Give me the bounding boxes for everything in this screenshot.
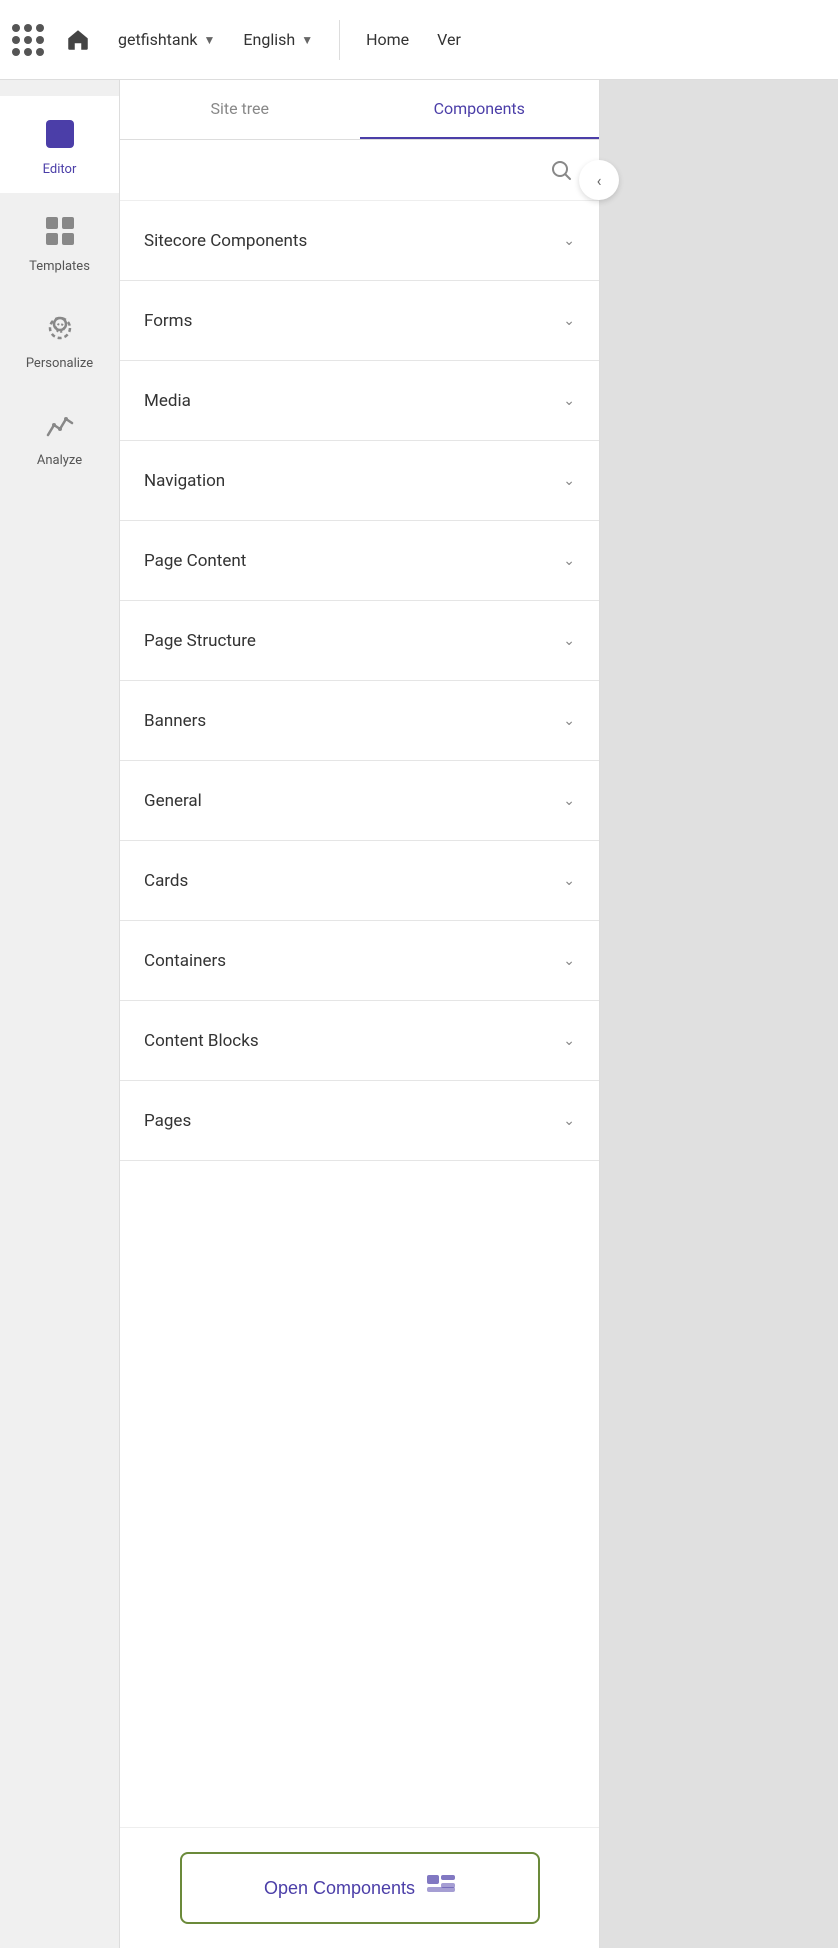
panel-footer: Open Components [120,1827,599,1948]
analyze-icon [38,403,82,447]
panel-search-area [120,140,599,201]
sidebar-editor-label: Editor [43,162,77,177]
component-item-label: Containers [144,951,226,971]
component-item-label: Sitecore Components [144,231,307,251]
component-item-label: Media [144,391,191,411]
tab-site-tree[interactable]: Site tree [120,80,360,139]
sidebar-templates-label: Templates [29,259,90,274]
chevron-down-icon: ⌄ [563,1113,575,1129]
component-item-label: Banners [144,711,206,731]
topbar-divider [339,20,340,60]
component-item-label: Pages [144,1111,191,1131]
lang-dropdown-label: English [243,30,295,49]
chevron-down-icon: ⌄ [563,473,575,489]
list-item[interactable]: Media ⌄ [120,361,599,441]
list-item[interactable]: Banners ⌄ [120,681,599,761]
nav-home[interactable]: Home [356,24,419,55]
list-item[interactable]: Containers ⌄ [120,921,599,1001]
templates-icon [38,209,82,253]
topbar: getfishtank ▼ English ▼ Home Ver [0,0,838,80]
component-item-label: Forms [144,311,192,331]
site-dropdown-label: getfishtank [118,30,198,49]
sidebar-analyze-label: Analyze [37,453,82,468]
chevron-down-icon: ⌄ [563,233,575,249]
main-layout: Editor Templates [0,80,838,1948]
component-item-label: Cards [144,871,188,891]
component-item-label: Page Structure [144,631,256,651]
list-item[interactable]: Sitecore Components ⌄ [120,201,599,281]
sidebar-personalize-label: Personalize [26,356,93,371]
chevron-down-icon: ⌄ [563,953,575,969]
lang-dropdown-arrow: ▼ [301,33,313,47]
panel: ‹ Site tree Components Sitecore Compon [120,80,600,1948]
panel-tabs: Site tree Components [120,80,599,140]
left-sidebar: Editor Templates [0,80,120,1948]
component-item-label: Navigation [144,471,225,491]
chevron-down-icon: ⌄ [563,553,575,569]
component-list: Sitecore Components ⌄ Forms ⌄ Media ⌄ Na… [120,201,599,1827]
list-item[interactable]: Forms ⌄ [120,281,599,361]
sidebar-item-personalize[interactable]: Personalize [0,290,119,387]
list-item[interactable]: Content Blocks ⌄ [120,1001,599,1081]
list-item[interactable]: Navigation ⌄ [120,441,599,521]
chevron-down-icon: ⌄ [563,873,575,889]
open-components-icon [427,1873,455,1903]
component-item-label: Content Blocks [144,1031,259,1051]
panel-back-button[interactable]: ‹ [579,160,619,200]
site-dropdown-arrow: ▼ [204,33,216,47]
chevron-down-icon: ⌄ [563,1033,575,1049]
editor-icon [38,112,82,156]
chevron-down-icon: ⌄ [563,793,575,809]
chevron-left-icon: ‹ [597,171,602,190]
site-dropdown[interactable]: getfishtank ▼ [108,24,225,55]
chevron-down-icon: ⌄ [563,633,575,649]
sidebar-item-templates[interactable]: Templates [0,193,119,290]
component-item-label: Page Content [144,551,246,571]
chevron-down-icon: ⌄ [563,393,575,409]
chevron-down-icon: ⌄ [563,313,575,329]
open-components-button[interactable]: Open Components [180,1852,540,1924]
open-components-label: Open Components [264,1878,415,1899]
component-item-label: General [144,791,202,811]
list-item[interactable]: Cards ⌄ [120,841,599,921]
tab-components[interactable]: Components [360,80,600,139]
nav-ver[interactable]: Ver [427,24,471,55]
list-item[interactable]: General ⌄ [120,761,599,841]
list-item[interactable]: Page Structure ⌄ [120,601,599,681]
home-icon[interactable] [60,22,96,58]
chevron-down-icon: ⌄ [563,713,575,729]
list-item[interactable]: Page Content ⌄ [120,521,599,601]
search-button[interactable] [543,152,579,188]
app-grid-button[interactable] [12,24,44,56]
sidebar-item-analyze[interactable]: Analyze [0,387,119,484]
list-item[interactable]: Pages ⌄ [120,1081,599,1161]
sidebar-item-editor[interactable]: Editor [0,96,119,193]
right-content-area [600,80,838,1948]
personalize-icon [38,306,82,350]
lang-dropdown[interactable]: English ▼ [233,24,323,55]
